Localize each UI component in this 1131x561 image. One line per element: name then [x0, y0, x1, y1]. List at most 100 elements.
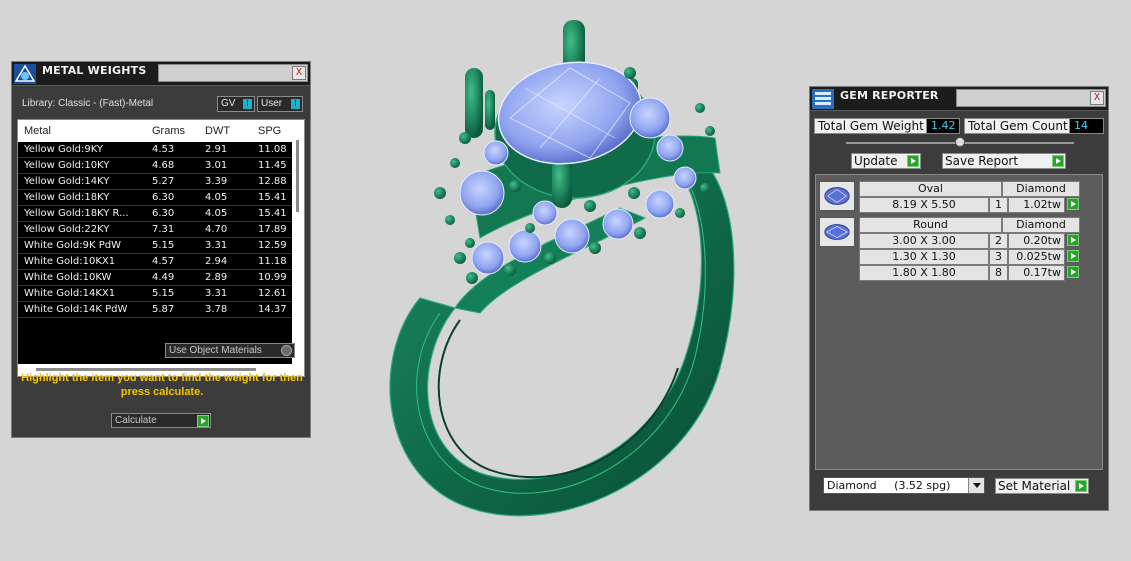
update-button[interactable]: Update [851, 153, 921, 169]
spg-value: 11.08 [258, 144, 287, 155]
play-arrow-icon [1067, 234, 1079, 246]
gem-material: Diamond [1002, 181, 1080, 197]
user-label: User [261, 98, 283, 109]
gem-weight: 1.02tw [1008, 197, 1065, 213]
spg-value: 15.41 [258, 208, 287, 219]
gem-weight: 0.025tw [1008, 249, 1065, 265]
gem-material: Diamond [1002, 217, 1080, 233]
table-row[interactable]: White Gold:9K PdW 5.15 3.31 12.59 [18, 238, 304, 254]
metal-name: Yellow Gold:10KY [24, 160, 110, 171]
gem-weight: 0.17tw [1008, 265, 1065, 281]
spg-value: 15.41 [258, 192, 287, 203]
gem-reporter-icon [812, 89, 834, 109]
gem-reporter-title: GEM REPORTER [840, 89, 939, 102]
table-row[interactable]: Yellow Gold:9KY 4.53 2.91 11.08 [18, 142, 304, 158]
slider-handle[interactable] [955, 137, 965, 147]
table-row[interactable]: White Gold:14K PdW 5.87 3.78 14.37 [18, 302, 304, 318]
gem-count: 2 [989, 233, 1008, 249]
metal-name: Yellow Gold:14KY [24, 176, 110, 187]
total-gem-weight-value: 1.42 [926, 118, 960, 134]
scrollbar-thumb[interactable] [296, 140, 299, 212]
calculate-button[interactable]: Calculate [111, 413, 211, 428]
gem-shape: Oval [859, 181, 1002, 197]
dwt-value: 3.78 [205, 304, 228, 315]
gem-size: 8.19 X 5.50 [859, 197, 989, 213]
table-row[interactable]: Yellow Gold:10KY 4.68 3.01 11.45 [18, 158, 304, 174]
update-label: Update [854, 154, 898, 168]
gem-size: 3.00 X 3.00 [859, 233, 989, 249]
dwt-value: 2.89 [205, 272, 228, 283]
grams-value: 5.15 [152, 288, 175, 299]
save-report-button[interactable]: Save Report [942, 153, 1066, 169]
spg-value: 10.99 [258, 272, 287, 283]
metal-name: White Gold:14K PdW [24, 304, 128, 315]
spg-value: 12.88 [258, 176, 287, 187]
close-icon[interactable]: X [292, 66, 306, 80]
gem-reporter-titlebar[interactable]: GEM REPORTER X [810, 87, 1108, 111]
table-row[interactable]: Yellow Gold:22KY 7.31 4.70 17.89 [18, 222, 304, 238]
material-select[interactable]: Diamond (3.52 spg) [823, 477, 985, 494]
metal-weights-titlebar[interactable]: METAL WEIGHTS X [12, 62, 310, 86]
material-select-value: Diamond (3.52 spg) [827, 479, 951, 492]
gem-row-action[interactable] [1065, 197, 1080, 213]
chevron-down-icon[interactable] [968, 478, 984, 493]
close-icon[interactable]: X [1090, 91, 1104, 105]
gem-row-action[interactable] [1065, 233, 1080, 249]
spg-value: 11.45 [258, 160, 287, 171]
gem-row-action[interactable] [1065, 265, 1080, 281]
play-arrow-icon [1067, 198, 1079, 210]
grams-value: 4.57 [152, 256, 175, 267]
spg-value: 17.89 [258, 224, 287, 235]
column-grams[interactable]: Grams [146, 120, 199, 142]
calculate-label: Calculate [115, 415, 157, 426]
table-row[interactable]: White Gold:14KX1 5.15 3.31 12.61 [18, 286, 304, 302]
metal-name: Yellow Gold:18KY [24, 192, 110, 203]
table-row[interactable]: Yellow Gold:14KY 5.27 3.39 12.88 [18, 174, 304, 190]
table-row[interactable]: White Gold:10KW 4.49 2.89 10.99 [18, 270, 304, 286]
library-label: Library: Classic - (Fast)-Metal [22, 98, 154, 109]
metal-name: Yellow Gold:18KY R... [24, 208, 129, 219]
metal-table: Metal Grams DWT SPG Yellow Gold:9KY 4.53 2… [17, 119, 305, 377]
table-row[interactable]: Yellow Gold:18KY R... 6.30 4.05 15.41 [18, 206, 304, 222]
dwt-value: 3.39 [205, 176, 228, 187]
table-row[interactable]: White Gold:10KX1 4.57 2.94 11.18 [18, 254, 304, 270]
spg-value: 14.37 [258, 304, 287, 315]
column-dwt[interactable]: DWT [199, 120, 252, 142]
gem-shape: Round [859, 217, 1002, 233]
use-object-materials-toggle[interactable]: Use Object Materials [165, 343, 295, 358]
report-slider[interactable] [846, 137, 1074, 147]
vertical-scrollbar[interactable] [292, 120, 304, 376]
grams-value: 5.15 [152, 240, 175, 251]
dwt-value: 4.05 [205, 192, 228, 203]
dwt-value: 3.31 [205, 288, 228, 299]
gem-list: Oval Diamond 8.19 X 5.50 1 1.02tw Round … [815, 174, 1103, 470]
gem-reporter-panel: GEM REPORTER X Total Gem Weight 1.42 Tot… [809, 86, 1109, 511]
dwt-value: 4.05 [205, 208, 228, 219]
gv-label: GV [221, 98, 236, 109]
gv-toggle[interactable]: GV I [217, 96, 255, 112]
metal-table-header: Metal Grams DWT SPG [18, 120, 304, 142]
metal-name: White Gold:9K PdW [24, 240, 121, 251]
gem-count: 1 [989, 197, 1008, 213]
metal-name: White Gold:14KX1 [24, 288, 116, 299]
play-arrow-icon [1075, 480, 1087, 492]
metal-name: Yellow Gold:9KY [24, 144, 103, 155]
instruction-text: Highlight the item you want to find the … [21, 372, 303, 398]
column-metal[interactable]: Metal [18, 120, 146, 142]
use-object-materials-label: Use Object Materials [169, 345, 262, 356]
user-toggle[interactable]: User I [257, 96, 303, 112]
gv-toggle-icon: I [243, 99, 252, 109]
column-spg[interactable]: SPG [252, 120, 292, 142]
metal-weights-panel: METAL WEIGHTS X Library: Classic - (Fast… [11, 61, 311, 438]
titlebar-fill [158, 64, 308, 82]
set-material-button[interactable]: Set Material [995, 478, 1089, 494]
grams-value: 4.49 [152, 272, 175, 283]
grams-value: 6.30 [152, 208, 175, 219]
spg-value: 12.61 [258, 288, 287, 299]
gem-count: 3 [989, 249, 1008, 265]
ring-3d-viewport[interactable] [360, 8, 760, 518]
table-row[interactable]: Yellow Gold:18KY 6.30 4.05 15.41 [18, 190, 304, 206]
dwt-value: 3.01 [205, 160, 228, 171]
gem-row-action[interactable] [1065, 249, 1080, 265]
dwt-value: 4.70 [205, 224, 228, 235]
